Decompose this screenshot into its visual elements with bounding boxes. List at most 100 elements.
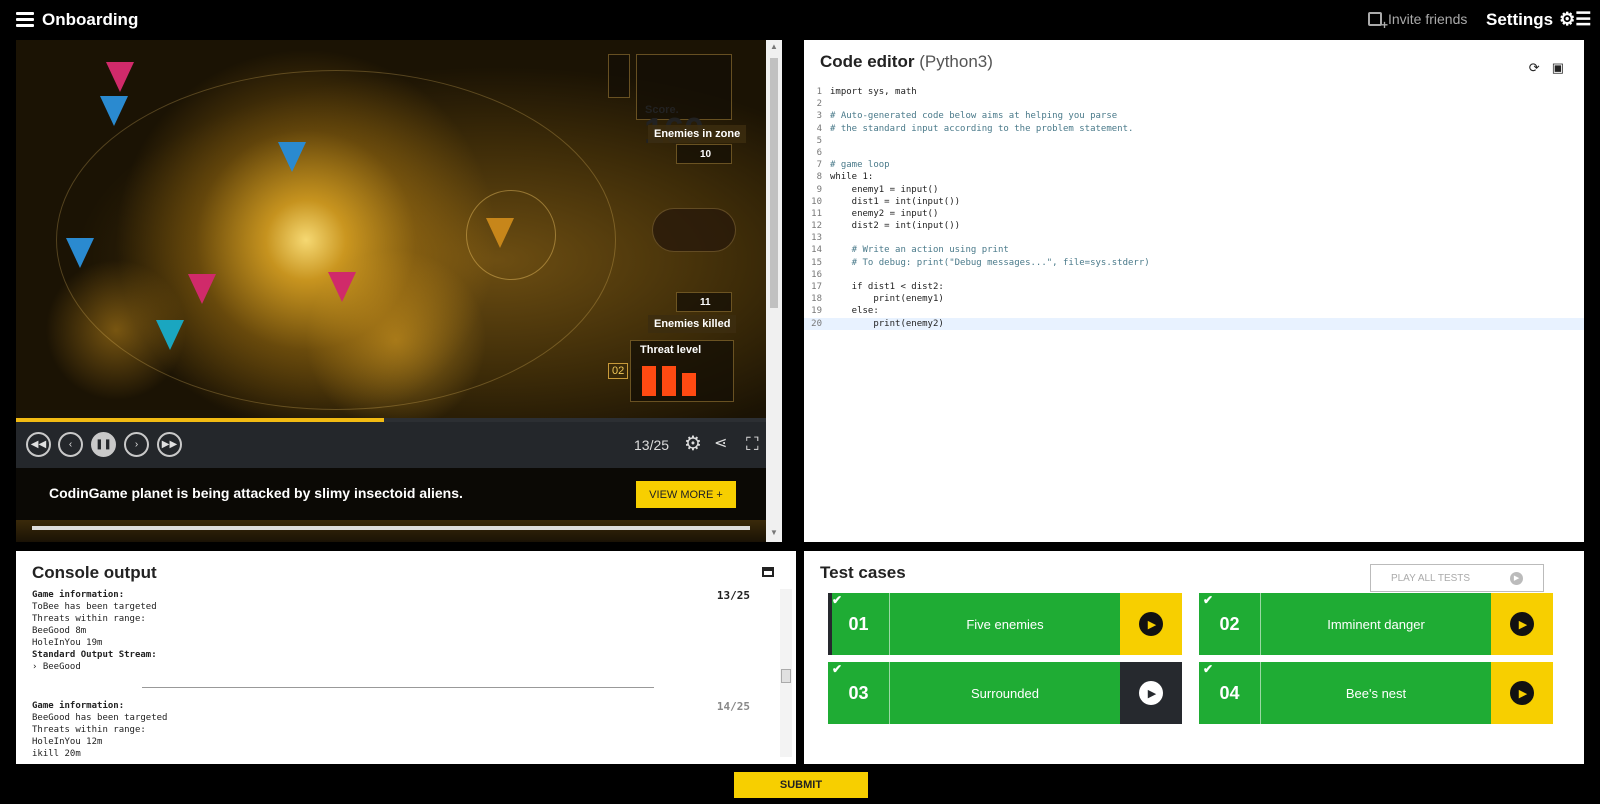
frame-counter: 13/25 (634, 437, 670, 453)
play-test-button[interactable]: ▶ (1120, 593, 1182, 655)
code-text: dist1 = int(input()) (830, 196, 961, 207)
play-test-button[interactable]: ▶ (1491, 593, 1553, 655)
alien-ship (328, 272, 356, 302)
code-text: if dist1 < dist2: (830, 282, 944, 292)
editor-language: (Python3) (919, 52, 993, 71)
editor-toolbar: ⟳ ▣ (1529, 60, 1564, 76)
turn-frame: 13/25 (716, 589, 750, 602)
play-all-tests-button[interactable]: PLAY ALL TESTS ▶ (1370, 564, 1544, 592)
play-test-button[interactable]: ▶ (1491, 662, 1553, 724)
code-text: print(enemy1) (830, 294, 944, 305)
test-name: Surrounded (971, 685, 1039, 701)
line-number: 2 (816, 99, 822, 110)
line-number: 10 (811, 196, 822, 207)
scroll-thumb[interactable] (781, 669, 791, 683)
code-line[interactable]: 16 (804, 269, 1584, 281)
console-section-label: Game information: (32, 701, 125, 711)
code-line[interactable]: 10 dist1 = int(input()) (804, 196, 1584, 208)
star-badge (608, 54, 630, 98)
submit-button[interactable]: SUBMIT (734, 772, 868, 798)
threat-bar (662, 366, 676, 396)
play-icon: ▶ (1139, 612, 1163, 636)
threat-number: 02 (608, 363, 629, 379)
play-test-button[interactable]: ▶ (1120, 662, 1182, 724)
app-title: Onboarding (42, 10, 139, 29)
code-line[interactable]: 18 print(enemy1) (804, 293, 1584, 305)
code-line[interactable]: 2 (804, 98, 1584, 110)
console-output[interactable]: 13/25 Game information: ToBee has been tar… (32, 589, 772, 759)
code-line[interactable]: 11 enemy2 = input() (804, 208, 1584, 220)
code-line[interactable]: 6 (804, 147, 1584, 159)
alien-ship (278, 142, 306, 172)
test-number: 03 (848, 682, 869, 703)
pause-icon[interactable]: ❚❚ (91, 432, 116, 457)
code-line[interactable]: 1 import sys, math (804, 86, 1584, 98)
rewind-icon[interactable]: ◀◀ (26, 432, 51, 457)
maximize-icon[interactable]: ▣ (1552, 60, 1564, 76)
line-number: 18 (811, 294, 822, 305)
code-line[interactable]: 17 if dist1 < dist2: (804, 281, 1584, 293)
scroll-thumb[interactable] (770, 58, 778, 308)
line-number: 11 (811, 208, 822, 219)
code-area[interactable]: 1 import sys, math 2 3 # Auto-generated code… (804, 86, 1584, 330)
alien-ship (66, 238, 94, 268)
game-canvas[interactable]: Score. 160 Enemies in zone 10 11 Enemies… (16, 40, 782, 418)
step-back-icon[interactable]: ‹ (58, 432, 83, 457)
console-line: HoleInYou 12m (32, 737, 103, 747)
line-number: 8 (816, 172, 822, 183)
line-number: 6 (816, 147, 822, 158)
scroll-down-icon[interactable]: ▼ (770, 528, 778, 537)
fast-forward-icon[interactable]: ▶▶ (157, 432, 182, 457)
code-line[interactable]: 5 (804, 135, 1584, 147)
code-text: # the standard input according to the pr… (830, 123, 1134, 134)
code-line[interactable]: 13 (804, 232, 1584, 244)
code-line[interactable]: 19 else: (804, 305, 1584, 317)
console-line: ToBee has been targeted (32, 602, 157, 612)
code-text: import sys, math (830, 87, 917, 97)
invite-friends-button[interactable]: Invite friends (1368, 11, 1467, 32)
play-icon: ▶ (1510, 681, 1534, 705)
code-line[interactable]: 8 while 1: (804, 171, 1584, 183)
code-text: enemy1 = input() (830, 184, 939, 195)
gear-icon: ⚙☰ (1559, 9, 1592, 29)
game-viewer-panel: Score. 160 Enemies in zone 10 11 Enemies… (16, 40, 782, 542)
code-line[interactable]: 14 # Write an action using print (804, 244, 1584, 256)
test-cases-panel: Test cases PLAY ALL TESTS ▶ ✔ 01 Five enem… (804, 551, 1584, 764)
alien-ship (106, 62, 134, 92)
gear-icon[interactable]: ⚙ (684, 432, 702, 456)
minimap (652, 208, 736, 252)
code-line[interactable]: 12 dist2 = int(input()) (804, 220, 1584, 232)
line-number: 20 (811, 318, 822, 329)
reset-code-icon[interactable]: ⟳ (1529, 60, 1540, 76)
line-number: 4 (816, 123, 822, 134)
menu-icon[interactable] (16, 10, 36, 30)
settings-button[interactable]: Settings ⚙☰ (1486, 9, 1591, 30)
code-line[interactable]: 4 # the standard input according to the p… (804, 123, 1584, 135)
test-case[interactable]: ✔ 04 Bee's nest ▶ (1199, 662, 1553, 724)
code-line[interactable]: 9 enemy1 = input() (804, 184, 1584, 196)
line-number: 19 (811, 306, 822, 317)
game-scrollbar[interactable]: ▲ ▼ (766, 40, 782, 542)
scroll-up-icon[interactable]: ▲ (770, 42, 778, 51)
test-number: 01 (848, 613, 869, 634)
code-line[interactable]: 20 print(enemy2) (804, 317, 1584, 330)
fullscreen-icon[interactable]: ⛶ (746, 432, 759, 456)
line-number: 7 (816, 160, 822, 171)
view-more-button[interactable]: VIEW MORE + (636, 481, 736, 508)
play-icon: ▶ (1510, 571, 1524, 585)
code-line[interactable]: 15 # To debug: print("Debug messages..."… (804, 257, 1584, 269)
console-scrollbar[interactable] (780, 589, 792, 757)
step-forward-icon[interactable]: › (124, 432, 149, 457)
test-case[interactable]: ✔ 02 Imminent danger ▶ (1199, 593, 1553, 655)
maximize-icon[interactable] (762, 567, 774, 577)
defender-turret (486, 218, 514, 248)
test-case[interactable]: ✔ 03 Surrounded ▶ (828, 662, 1182, 724)
code-line[interactable]: 7 # game loop (804, 159, 1584, 171)
code-line[interactable]: 3 # Auto-generated code below aims at hel… (804, 110, 1584, 122)
test-number: 02 (1219, 613, 1240, 634)
test-case[interactable]: ✔ 01 Five enemies ▶ (828, 593, 1182, 655)
share-icon[interactable]: ⋖ (714, 432, 727, 456)
banner-footer (16, 520, 782, 542)
play-all-label: PLAY ALL TESTS (1390, 572, 1471, 584)
top-bar: Onboarding Invite friends Settings ⚙☰ (0, 0, 1600, 40)
